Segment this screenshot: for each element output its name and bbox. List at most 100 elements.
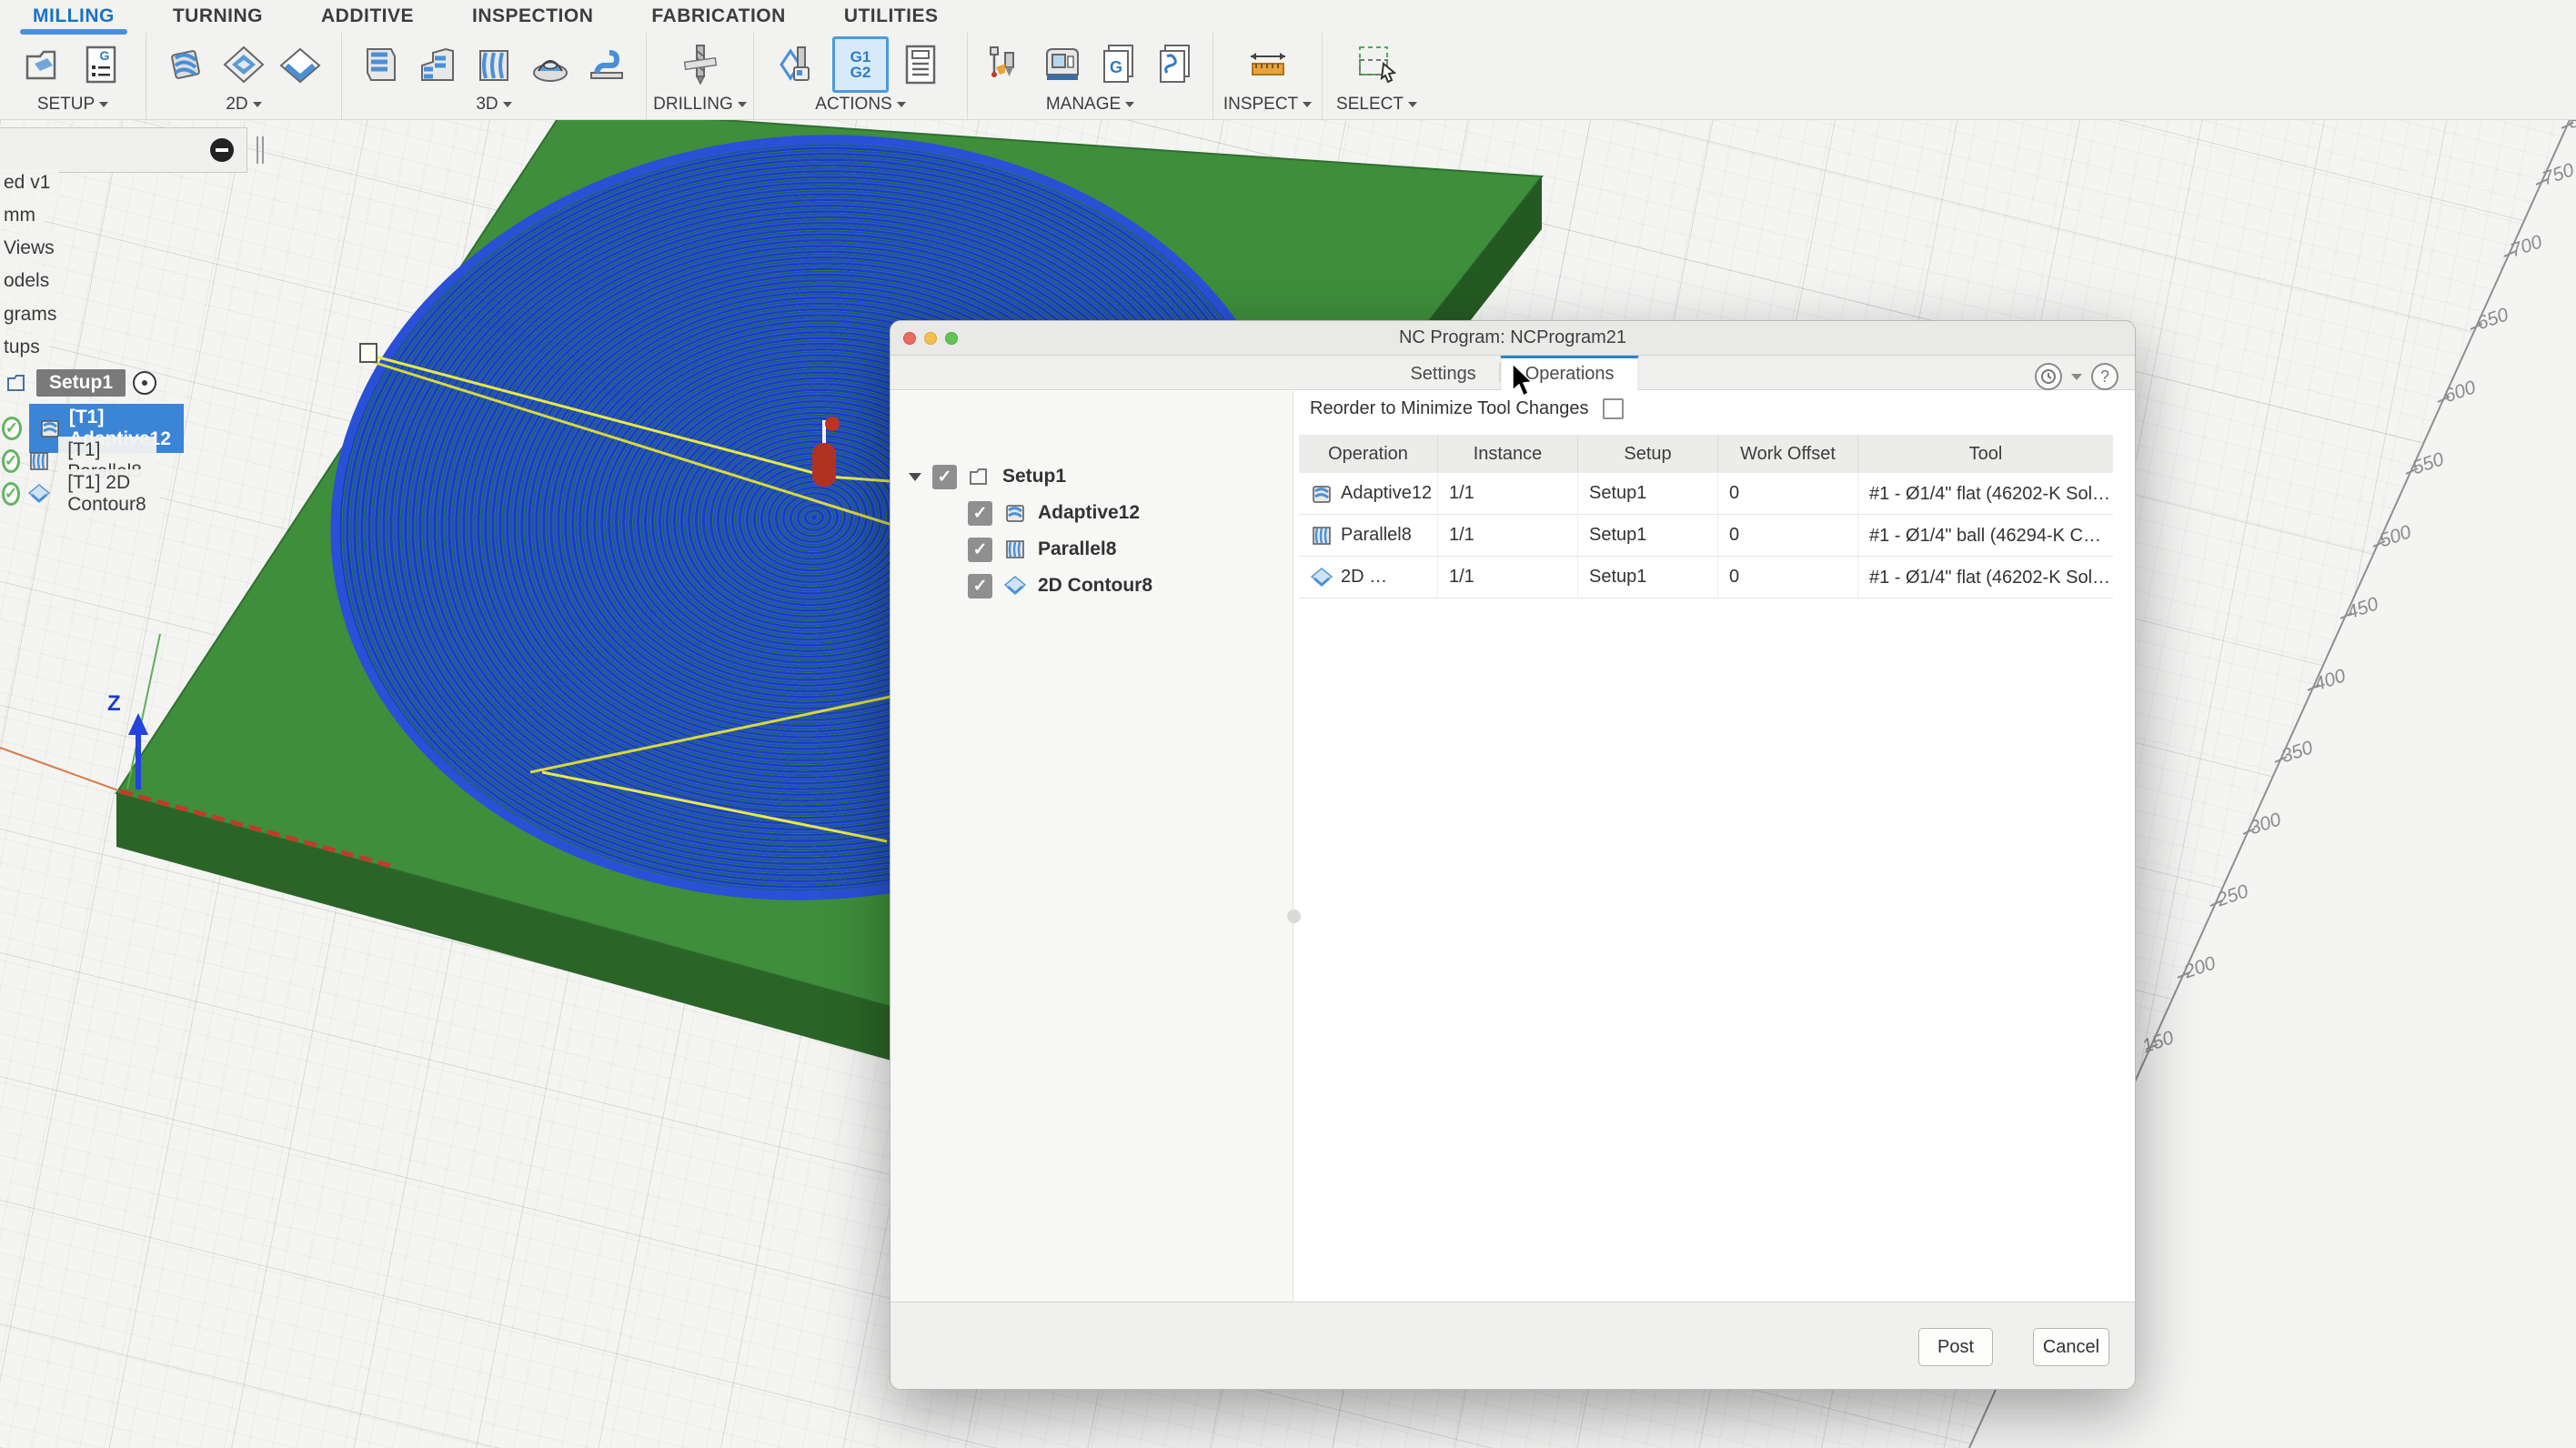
z-axis-arrowhead <box>128 713 148 735</box>
reorder-checkbox[interactable] <box>1603 398 1625 419</box>
browser-resize-grip[interactable] <box>257 136 264 164</box>
group-label-manage[interactable]: MANAGE <box>1046 95 1135 115</box>
setup-label[interactable]: Setup1 <box>36 369 126 397</box>
tab-utilities[interactable]: UTILITIES <box>844 5 939 27</box>
operation-check-icon <box>2 482 21 506</box>
close-window-icon[interactable] <box>903 332 916 345</box>
browser-operation-row[interactable]: [T1] 2D Contour8 <box>2 469 161 518</box>
new-setup-icon[interactable] <box>20 40 69 89</box>
adaptive12-checkbox[interactable] <box>968 500 992 526</box>
tab-fabrication[interactable]: FABRICATION <box>651 5 785 27</box>
group-label-actions[interactable]: ACTIONS <box>815 95 906 115</box>
browser-item-setups[interactable]: tups <box>0 334 49 361</box>
3d-scallop-icon[interactable] <box>526 40 575 89</box>
clock-icon[interactable] <box>2035 363 2062 390</box>
group-inspect: INSPECT <box>1213 33 1322 120</box>
measure-icon[interactable] <box>1243 40 1293 89</box>
setup1-checkbox[interactable] <box>932 464 957 489</box>
col-work-offset[interactable]: Work Offset <box>1718 435 1858 473</box>
operations-pane: Reorder to Minimize Tool Changes Operati… <box>1293 391 2135 1302</box>
y-axis-line <box>126 633 161 789</box>
col-instance[interactable]: Instance <box>1438 435 1578 473</box>
chevron-down-icon[interactable] <box>2071 373 2082 380</box>
3d-spiral-icon[interactable] <box>582 40 631 89</box>
col-tool[interactable]: Tool <box>1858 435 2113 473</box>
table-row[interactable]: 2D … 1/1 Setup1 0 #1 - Ø1/4" flat (46202… <box>1299 556 2113 598</box>
tab-inspection[interactable]: INSPECTION <box>472 5 593 27</box>
browser-item-document[interactable]: ed v1 <box>0 169 60 196</box>
toolpath-entry-marker <box>359 343 377 363</box>
table-row[interactable]: Parallel8 1/1 Setup1 0 #1 - Ø1/4" ball (… <box>1299 514 2113 557</box>
dropdown-caret-icon <box>1407 102 1417 107</box>
select-icon[interactable] <box>1353 40 1402 89</box>
contour8-checkbox[interactable] <box>968 573 992 598</box>
window-controls <box>903 332 958 345</box>
tree-label: Setup1 <box>1002 466 1067 487</box>
pane-splitter-handle[interactable] <box>1287 910 1301 923</box>
stock-edge-highlight <box>119 789 392 869</box>
group-label-2d[interactable]: 2D <box>226 95 262 115</box>
reorder-label: Reorder to Minimize Tool Changes <box>1310 398 1589 418</box>
help-icon[interactable]: ? <box>2091 363 2118 390</box>
post-button[interactable]: Post <box>1918 1328 1993 1366</box>
tree-label: 2D Contour8 <box>1038 575 1152 596</box>
2d-contour-icon[interactable] <box>276 40 325 89</box>
col-operation[interactable]: Operation <box>1299 435 1438 473</box>
collapse-caret-icon[interactable] <box>909 472 921 481</box>
group-label-3d[interactable]: 3D <box>476 95 512 115</box>
operation-2d-contour8[interactable]: [T1] 2D Contour8 <box>58 469 161 518</box>
col-setup[interactable]: Setup <box>1578 435 1718 473</box>
group-label-inspect[interactable]: INSPECT <box>1223 95 1313 115</box>
zoom-window-icon[interactable] <box>945 332 958 345</box>
tool-library-icon[interactable] <box>981 40 1031 89</box>
machine-library-icon[interactable] <box>1038 40 1087 89</box>
table-row[interactable]: Adaptive12 1/1 Setup1 0 #1 - Ø1/4" flat … <box>1299 472 2113 515</box>
tree-row-setup1[interactable]: Setup1 <box>909 458 1066 495</box>
post-library-icon[interactable]: G <box>1094 40 1143 89</box>
2d-pocket-icon[interactable] <box>219 40 268 89</box>
group-label-drilling[interactable]: DRILLING <box>653 95 747 115</box>
dropdown-caret-icon <box>1303 102 1313 107</box>
3d-pocket-icon[interactable] <box>413 40 462 89</box>
tab-milling[interactable]: MILLING <box>20 5 127 35</box>
tab-turning[interactable]: TURNING <box>173 5 263 27</box>
tree-row-adaptive12[interactable]: Adaptive12 <box>968 495 1140 531</box>
2d-adaptive-icon[interactable] <box>163 40 212 89</box>
active-setup-radio-icon[interactable] <box>133 371 157 395</box>
3d-parallel-icon[interactable] <box>469 40 518 89</box>
operations-tree-pane: Setup1 Adaptive12 Parallel8 <box>891 391 1293 1302</box>
parallel-operation-icon <box>1003 538 1027 561</box>
group-label-setup[interactable]: SETUP <box>37 95 109 115</box>
group-label-select[interactable]: SELECT <box>1336 95 1417 115</box>
group-select: SELECT <box>1322 33 1431 120</box>
group-actions: G1 G2 ACTIONS <box>753 33 967 120</box>
collapse-browser-icon[interactable] <box>210 138 234 162</box>
browser-item-named-views[interactable]: Views <box>0 235 64 262</box>
tree-row-2d-contour8[interactable]: 2D Contour8 <box>968 568 1152 604</box>
tree-row-parallel8[interactable]: Parallel8 <box>968 531 1116 568</box>
browser-item-nc-programs[interactable]: grams <box>0 301 66 328</box>
x-axis-line <box>0 747 119 791</box>
template-library-icon[interactable] <box>1151 40 1200 89</box>
tab-settings[interactable]: Settings <box>1386 356 1499 390</box>
simulate-icon[interactable] <box>776 40 825 89</box>
group-2d: 2D <box>146 33 341 120</box>
dialog-titlebar[interactable]: NC Program: NCProgram21 <box>891 321 2135 356</box>
drill-icon[interactable] <box>676 40 725 89</box>
3d-adaptive-icon[interactable] <box>357 40 406 89</box>
tab-additive[interactable]: ADDITIVE <box>321 5 414 27</box>
browser-item-models[interactable]: odels <box>0 267 59 295</box>
rapid-move-line <box>541 770 888 843</box>
new-nc-program-icon[interactable]: G <box>76 40 126 89</box>
minimize-window-icon[interactable] <box>924 332 937 345</box>
browser-header[interactable] <box>0 127 247 173</box>
contour-operation-icon <box>27 482 51 506</box>
setup-sheet-icon[interactable] <box>896 40 945 89</box>
browser-item-units[interactable]: mm <box>0 202 45 229</box>
browser-setup-row[interactable]: Setup1 <box>5 369 157 397</box>
cancel-button[interactable]: Cancel <box>2033 1328 2109 1366</box>
parallel8-checkbox[interactable] <box>968 537 992 562</box>
workspace-tabs: MILLING TURNING ADDITIVE INSPECTION FABR… <box>0 0 2576 35</box>
contour-operation-icon <box>1310 566 1333 589</box>
post-process-icon[interactable]: G1 G2 <box>832 36 889 93</box>
